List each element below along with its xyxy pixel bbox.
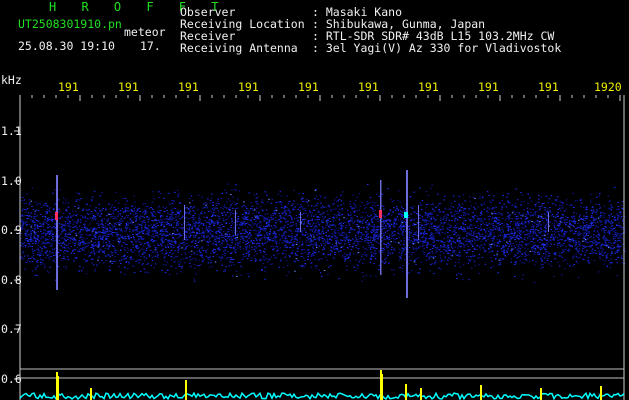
antenna-value: : 3el Yagi(V) Az 330 for Vladivostok	[312, 41, 562, 55]
time-tick: 1920	[594, 80, 622, 94]
freq-tick: 0.6	[1, 372, 22, 386]
time-tick: 191	[178, 80, 199, 94]
hrofft-spectrogram-window: H R O F F T UT2508301910.pn meteor 25.08…	[0, 0, 629, 400]
freq-tick: 1.1	[1, 124, 22, 138]
time-tick: 191	[358, 80, 379, 94]
freq-tick: 0.9	[1, 223, 22, 237]
time-tick: 191	[298, 80, 319, 94]
file-name: UT2508301910.pn	[18, 17, 122, 31]
mode-label: meteor	[124, 25, 166, 39]
time-tick: 191	[118, 80, 139, 94]
meteor-count: 17.	[140, 39, 161, 53]
time-tick: 191	[538, 80, 559, 94]
time-tick: 191	[418, 80, 439, 94]
noise-band	[20, 183, 626, 284]
time-tick: 191	[238, 80, 259, 94]
level-trace	[19, 370, 625, 400]
freq-tick: 0.8	[1, 273, 22, 287]
observation-datetime: 25.08.30 19:10	[18, 39, 115, 53]
freq-tick: 1.0	[1, 174, 22, 188]
spectrogram	[14, 95, 626, 400]
time-tick: 191	[58, 80, 79, 94]
freq-tick: 0.7	[1, 322, 22, 336]
time-tick: 191	[478, 80, 499, 94]
unit-label: kHz	[1, 73, 22, 87]
antenna-label: Receiving Antenna	[180, 41, 298, 55]
